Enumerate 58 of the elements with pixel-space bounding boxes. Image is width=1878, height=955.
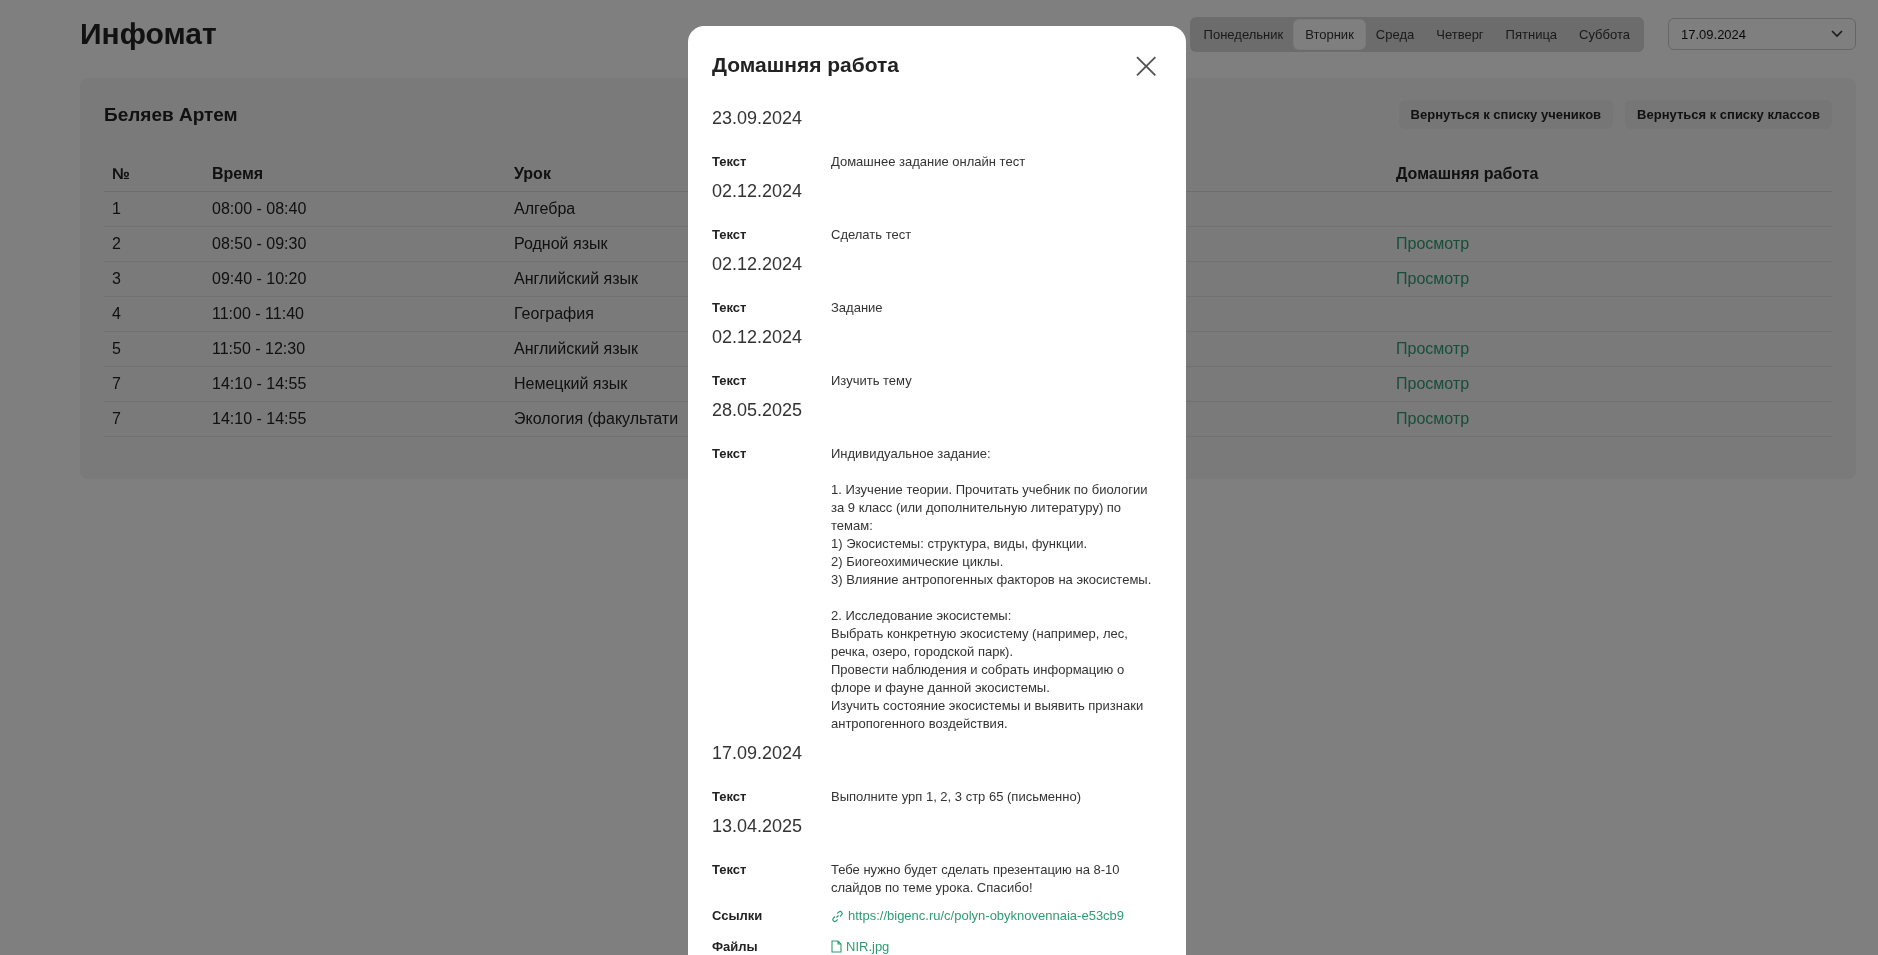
lesson-number: 2	[104, 226, 204, 262]
lesson-time: 08:00 - 08:40	[204, 191, 506, 227]
app-title: Инфомат	[80, 17, 218, 51]
view-homework-link[interactable]: Просмотр	[1396, 270, 1470, 287]
field-label: Текст	[712, 445, 748, 463]
close-button[interactable]: ×	[1130, 50, 1162, 80]
lesson-time: 11:50 - 12:30	[204, 331, 506, 367]
field-label: Текст	[712, 372, 748, 390]
homework-text: Изучить тему	[831, 372, 913, 390]
homework-date: 28.05.2025	[712, 400, 804, 421]
lesson-time: 09:40 - 10:20	[204, 261, 506, 297]
homework-text: Сделать тест	[831, 226, 913, 244]
dialog-title: Домашняя работа	[712, 53, 899, 77]
date-select[interactable]: 17.09.2024	[1668, 18, 1856, 50]
day-tab[interactable]: Среда	[1364, 19, 1426, 49]
field-label: Ссылки	[712, 907, 764, 925]
lesson-number: 3	[104, 261, 204, 297]
column-header: №	[104, 157, 204, 192]
field-label: Текст	[712, 788, 748, 806]
back-button[interactable]: Вернуться к списку классов	[1625, 100, 1832, 129]
homework-text: Тебе нужно будет сделать презентацию на 8-10 слайдов по теме урока. Спасибо!	[831, 861, 1121, 897]
field-label: Текст	[712, 299, 748, 317]
homework-date: 23.09.2024	[712, 108, 804, 129]
lesson-time: 08:50 - 09:30	[204, 226, 506, 262]
lesson-number: 1	[104, 191, 204, 227]
lesson-time: 14:10 - 14:55	[204, 366, 506, 402]
lesson-time: 14:10 - 14:55	[204, 401, 506, 437]
day-tab[interactable]: Вторник	[1294, 19, 1365, 49]
student-name: Беляев Артем	[104, 103, 238, 126]
day-tab[interactable]: Четверг	[1425, 19, 1495, 49]
field-label: Файлы	[712, 937, 759, 955]
lesson-number: 7	[104, 366, 204, 402]
link-icon	[831, 909, 844, 923]
view-homework-link[interactable]: Просмотр	[1396, 340, 1470, 357]
day-tab[interactable]: Суббота	[1568, 19, 1641, 49]
homework-text: Задание	[831, 299, 884, 317]
back-button[interactable]: Вернуться к списку учеников	[1398, 100, 1614, 129]
homework-link[interactable]: https://bigenc.ru/c/polyn-obyknovennaia-e53cb9	[831, 907, 1125, 925]
day-tab[interactable]: Понедельник	[1192, 19, 1295, 49]
field-label: Текст	[712, 226, 748, 244]
view-homework-link[interactable]: Просмотр	[1396, 410, 1470, 427]
homework-date: 13.04.2025	[712, 816, 804, 837]
view-homework-link[interactable]: Просмотр	[1396, 235, 1470, 252]
lesson-number: 5	[104, 331, 204, 367]
homework-date: 17.09.2024	[712, 743, 804, 764]
homework-text: Индивидуальное задание: 1. Изучение теории. Прочитать учебник по биологии за 9 класс (или дополнительную литературу) по темам: 1) Экосистемы: структура, виды, функции. 2) Биогеохимические циклы. 3) Влияние антропогенных факторов на экосистемы. 2. Исследование экосистемы: Выбрать конкретную экосистему (например, лес, речка, озеро, городской парк). Провести наблюдения и собрать информацию о флоре и фауне данной экосистемы. Изучить состояние экосистемы и выявить признаки антропогенного воздействия.	[831, 445, 1153, 733]
lesson-number: 4	[104, 296, 204, 332]
lesson-time: 11:00 - 11:40	[204, 296, 506, 332]
column-header: Домашняя работа	[1388, 157, 1832, 192]
file-link[interactable]: NIR.jpg	[831, 937, 890, 955]
day-tab[interactable]: Пятница	[1494, 19, 1569, 49]
lesson-number: 7	[104, 401, 204, 437]
homework-text: Выполните урп 1, 2, 3 стр 65 (письменно)	[831, 788, 1082, 806]
chevron-down-icon	[1831, 30, 1843, 38]
column-header: Время	[204, 157, 506, 192]
file-icon	[831, 940, 842, 953]
field-label: Текст	[712, 861, 748, 879]
view-homework-link[interactable]: Просмотр	[1396, 375, 1470, 392]
